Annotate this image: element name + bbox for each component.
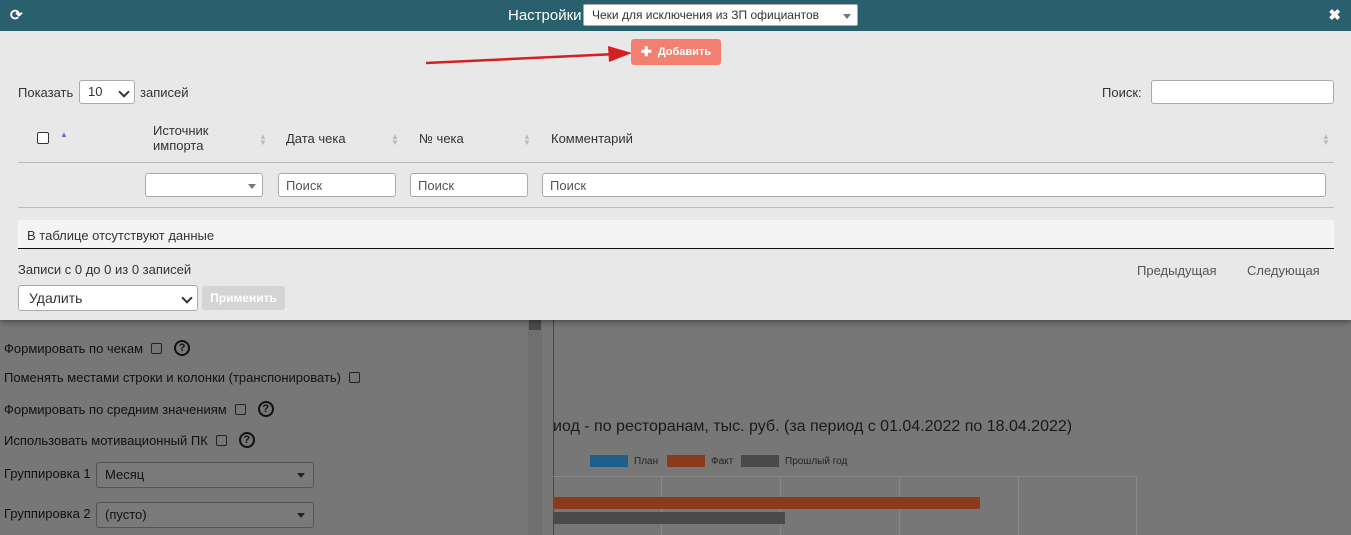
next-page-button[interactable]: Следующая — [1247, 263, 1320, 278]
group1-label: Группировка 1 — [4, 466, 91, 481]
option-label: Формировать по чекам — [4, 340, 144, 356]
legend-swatch — [667, 455, 705, 467]
legend-label: Факт — [711, 455, 734, 467]
search-input[interactable] — [1151, 80, 1334, 104]
close-icon[interactable]: ✖ — [1328, 6, 1341, 24]
plus-icon: ✚ — [640, 44, 652, 59]
legend-last-year: Прошлый год — [741, 455, 847, 467]
column-header-import-source[interactable]: Источник импорта — [153, 123, 243, 153]
background-scrollbar[interactable] — [528, 300, 542, 535]
legend-swatch — [590, 455, 628, 467]
search-label: Поиск: — [1102, 85, 1142, 100]
option-label: Формировать по средним значениям — [4, 401, 227, 417]
sort-asc-icon[interactable]: ▲ — [60, 130, 68, 139]
prev-page-button[interactable]: Предыдущая — [1137, 263, 1217, 278]
help-icon[interactable]: ? — [238, 432, 255, 448]
checkbox[interactable] — [234, 403, 246, 415]
column-header-receipt-date[interactable]: Дата чека — [286, 131, 346, 146]
legend-label: План — [634, 455, 659, 467]
arrow-icon — [425, 46, 632, 65]
option-by-receipts[interactable]: Формировать по чекам ? — [4, 340, 191, 356]
settings-type-select[interactable]: Чеки для исключения из ЗП официантов — [583, 4, 858, 26]
modal-header: ⟳ Настройки Чеки для исключения из ЗП оф… — [0, 0, 1351, 31]
page-size-select[interactable]: 10 — [79, 80, 135, 104]
group2-select[interactable]: (пусто) — [96, 502, 314, 528]
select-all-checkbox[interactable] — [37, 132, 49, 144]
table-empty-row: В таблице отсутствуют данные — [18, 220, 1334, 249]
add-button-label: Добавить — [657, 46, 712, 58]
checkbox[interactable] — [215, 434, 227, 446]
sort-icon[interactable]: ▲ ▼ — [391, 133, 399, 147]
sort-icon[interactable]: ▲ ▼ — [523, 133, 531, 147]
legend-plan: План — [590, 455, 658, 467]
option-label: Использовать мотивационный ПК — [4, 432, 208, 448]
comment-filter-input[interactable]: Поиск — [542, 173, 1326, 197]
apply-button[interactable]: Применить — [202, 286, 285, 310]
checkbox[interactable] — [151, 342, 163, 354]
header-divider — [18, 162, 1334, 163]
chart-gridline — [1136, 476, 1137, 535]
legend-swatch — [741, 455, 779, 467]
legend-fact: Факт — [667, 455, 733, 467]
refresh-icon[interactable]: ⟳ — [10, 6, 23, 24]
help-icon[interactable]: ? — [174, 340, 191, 356]
option-motivation[interactable]: Использовать мотивационный ПК ? — [4, 432, 255, 448]
settings-modal: ⟳ Настройки Чеки для исключения из ЗП оф… — [0, 0, 1351, 320]
help-icon[interactable]: ? — [257, 401, 274, 417]
background-settings-panel: Формировать по чекам ? Поменять местами … — [0, 300, 528, 535]
option-label: Поменять местами строки и колонки (транс… — [4, 370, 341, 385]
show-label: Показать — [18, 85, 74, 100]
option-averages[interactable]: Формировать по средним значениям ? — [4, 401, 274, 417]
chart-gridline — [1018, 476, 1019, 535]
table-info: Записи с 0 до 0 из 0 записей — [18, 262, 192, 277]
sort-icon[interactable]: ▲ ▼ — [1322, 133, 1330, 147]
group2-label: Группировка 2 — [4, 506, 91, 521]
legend-label: Прошлый год — [785, 455, 848, 467]
option-transpose[interactable]: Поменять местами строки и колонки (транс… — [4, 370, 360, 385]
chart-title: иод - по ресторанам, тыс. руб. (за перио… — [553, 418, 1073, 435]
records-label: записей — [140, 85, 189, 100]
filter-divider — [18, 207, 1334, 208]
chart-bar-fact — [553, 497, 980, 509]
add-button[interactable]: ✚ Добавить — [631, 39, 721, 65]
column-header-receipt-number[interactable]: № чека — [419, 131, 464, 146]
modal-title: Настройки — [508, 7, 582, 24]
import-source-filter-select[interactable] — [145, 173, 263, 197]
group1-select[interactable]: Месяц — [96, 462, 314, 488]
sort-icon[interactable]: ▲ ▼ — [259, 133, 267, 147]
column-header-comment[interactable]: Комментарий — [551, 131, 633, 146]
receipt-number-filter-input[interactable]: Поиск — [410, 173, 528, 197]
receipt-date-filter-input[interactable]: Поиск — [278, 173, 396, 197]
bulk-action-select[interactable]: Удалить — [18, 285, 198, 311]
chart-bar-last-year — [553, 512, 785, 524]
checkbox[interactable] — [349, 372, 360, 383]
